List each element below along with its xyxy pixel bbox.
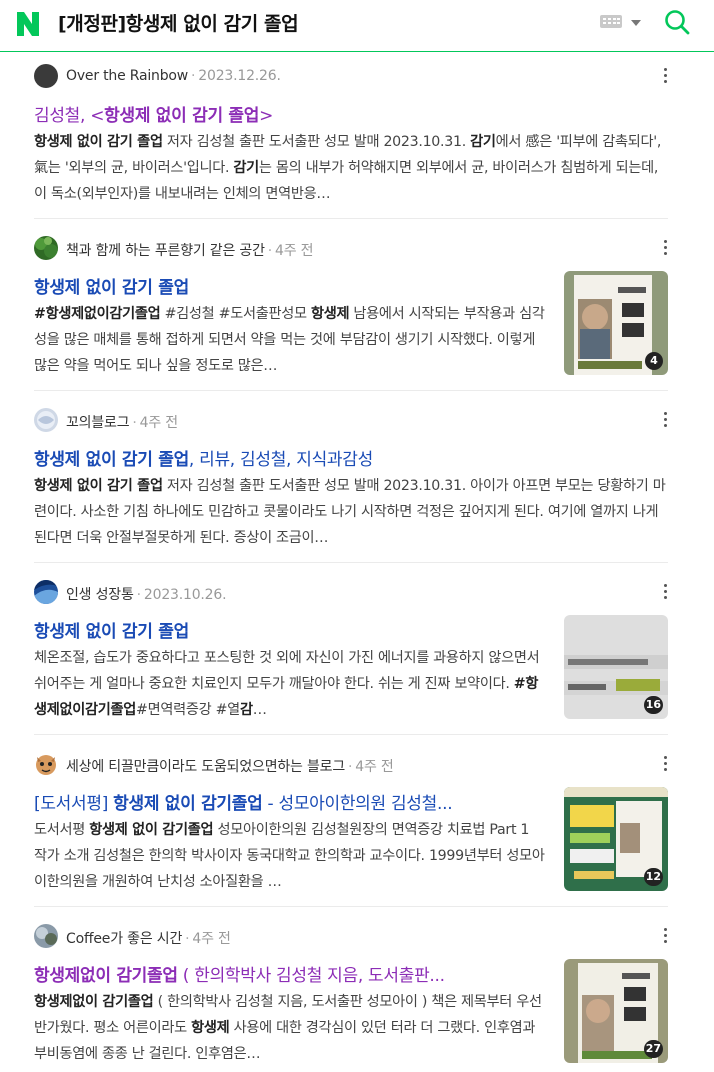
text-segment: > xyxy=(259,106,274,126)
author-name[interactable]: 책과 함께 하는 푸른향기 같은 공간 xyxy=(66,243,265,259)
result-description: 체온조절, 습도가 중요하다고 포스팅한 것 외에 자신이 가진 에너지를 과용… xyxy=(34,645,546,723)
text-segment: 김성철, < xyxy=(34,106,105,126)
avatar[interactable] xyxy=(34,924,58,948)
highlighted-keyword: 항생제 없이 감기 졸업 xyxy=(34,622,189,642)
result-title[interactable]: [도서서평] 항생제 없이 감기졸업 - 성모아이한의원 김성철... xyxy=(34,789,544,814)
post-date: 4주 전 xyxy=(355,759,394,775)
result-item: Coffee가 좋은 시간 · 4주 전 항생제없이 감기졸업 ( 한의학박사 김성… xyxy=(34,923,668,1072)
author-name[interactable]: 꼬의블로그 xyxy=(66,415,130,431)
text-segment: ( 한의학박사 김성철 지음, 도서출판... xyxy=(177,966,445,986)
text-segment: … xyxy=(252,702,267,718)
author-name[interactable]: 인생 성장통 xyxy=(66,587,134,603)
avatar[interactable] xyxy=(34,752,58,776)
highlighted-keyword: #항생제없이감기졸업 xyxy=(34,306,161,322)
post-date: 4주 전 xyxy=(275,243,314,259)
avatar[interactable] xyxy=(34,64,58,88)
more-options-icon[interactable] xyxy=(664,756,668,772)
result-title[interactable]: 김성철, <항생제 없이 감기 졸업> xyxy=(34,101,668,126)
text-segment: 저자 김성철 출판 도서출판 성모 발매 2023.10.31. xyxy=(162,134,471,150)
result-meta: Coffee가 좋은 시간 · 4주 전 xyxy=(34,923,668,949)
highlighted-keyword: 항생제없이 감기졸업 xyxy=(34,994,154,1010)
post-date: 2023.10.26. xyxy=(143,587,227,603)
highlighted-keyword: 감 xyxy=(239,702,253,718)
result-item: 꼬의블로그 · 4주 전 항생제 없이 감기 졸업, 리뷰, 김성철, 지식과감성 … xyxy=(34,407,668,563)
chevron-down-icon[interactable] xyxy=(631,20,641,26)
highlighted-keyword: 감기 xyxy=(233,160,259,176)
more-options-icon[interactable] xyxy=(664,584,668,600)
result-description: 항생제없이 감기졸업 ( 한의학박사 김성철 지음, 도서출판 성모아이 ) 책… xyxy=(34,989,546,1067)
result-item: 인생 성장통 · 2023.10.26. 항생제 없이 감기 졸업 체온조절, 습도… xyxy=(34,579,668,735)
result-meta: 책과 함께 하는 푸른향기 같은 공간 · 4주 전 xyxy=(34,235,668,261)
post-date: 4주 전 xyxy=(139,415,179,431)
post-date: 4주 전 xyxy=(192,931,231,947)
avatar[interactable] xyxy=(34,580,58,604)
highlighted-keyword: 항생제 없이 감기 졸업 xyxy=(34,134,163,150)
result-item: 세상에 티끌만큼이라도 도움되었으면하는 블로그 · 4주 전 [도서서평] 항생제… xyxy=(34,751,668,907)
thumbnail-image[interactable]: 16 xyxy=(564,615,668,719)
highlighted-keyword: 항생제 없이 감기졸업 xyxy=(89,822,214,838)
highlighted-keyword: 항생제 없이 감기 졸업 xyxy=(34,478,163,494)
more-options-icon[interactable] xyxy=(664,240,668,256)
thumbnail-image[interactable]: 27 xyxy=(564,959,668,1063)
more-options-icon[interactable] xyxy=(664,68,668,84)
highlighted-keyword: 항생제 없이 감기 졸업 xyxy=(34,278,189,298)
more-options-icon[interactable] xyxy=(664,412,668,428)
image-count-badge: 12 xyxy=(643,868,663,886)
result-meta: Over the Rainbow · 2023.12.26. xyxy=(34,63,668,89)
text-segment: - 성모아이한의원 김성철... xyxy=(262,794,453,814)
result-title[interactable]: 항생제 없이 감기 졸업 xyxy=(34,617,544,642)
highlighted-keyword: 항생제없이 감기졸업 xyxy=(34,966,178,986)
highlighted-keyword: 항생제 없이 감기 졸업 xyxy=(104,106,260,126)
result-title[interactable]: 항생제 없이 감기 졸업, 리뷰, 김성철, 지식과감성 xyxy=(34,445,668,470)
author-name[interactable]: Over the Rainbow xyxy=(66,68,188,84)
avatar[interactable] xyxy=(34,408,58,432)
result-item: 책과 함께 하는 푸른향기 같은 공간 · 4주 전 항생제 없이 감기 졸업 #항… xyxy=(34,235,668,391)
highlighted-keyword: 항생제 없이 감기 졸업 xyxy=(34,450,189,470)
image-count-badge: 4 xyxy=(645,352,663,370)
search-query[interactable]: [개정판]항생제 없이 감기 졸업 xyxy=(58,9,299,36)
author-name[interactable]: Coffee가 좋은 시간 xyxy=(66,931,182,947)
highlighted-keyword: 항생제 xyxy=(191,1020,230,1036)
image-count-badge: 27 xyxy=(643,1040,663,1058)
avatar[interactable] xyxy=(34,236,58,260)
search-icon[interactable] xyxy=(664,9,690,35)
highlighted-keyword: 항생제 xyxy=(310,306,350,322)
result-description: 항생제 없이 감기 졸업 저자 김성철 출판 도서출판 성모 발매 2023.1… xyxy=(34,129,668,207)
result-title[interactable]: 항생제없이 감기졸업 ( 한의학박사 김성철 지음, 도서출판... xyxy=(34,961,544,986)
post-date: 2023.12.26. xyxy=(198,68,281,84)
highlighted-keyword: 감기 xyxy=(470,134,496,150)
author-name[interactable]: 세상에 티끌만큼이라도 도움되었으면하는 블로그 xyxy=(66,759,345,775)
text-segment: , 리뷰, 김성철, 지식과감성 xyxy=(188,450,373,470)
result-meta: 세상에 티끌만큼이라도 도움되었으면하는 블로그 · 4주 전 xyxy=(34,751,668,777)
result-meta: 인생 성장통 · 2023.10.26. xyxy=(34,579,668,605)
highlighted-keyword: 항생제 없이 감기졸업 xyxy=(113,794,263,814)
more-options-icon[interactable] xyxy=(664,928,668,944)
image-count-badge: 16 xyxy=(643,696,663,714)
text-segment: 도서서평 xyxy=(34,822,90,838)
result-title[interactable]: 항생제 없이 감기 졸업 xyxy=(34,273,544,298)
text-segment: 체온조절, 습도가 중요하다고 포스팅한 것 외에 자신이 가진 에너지를 과용… xyxy=(34,650,540,692)
result-description: 도서서평 항생제 없이 감기졸업 성모아이한의원 김성철원장의 면역증강 치료법… xyxy=(34,817,546,895)
naver-logo-icon[interactable] xyxy=(14,10,42,38)
thumbnail-image[interactable]: 4 xyxy=(564,271,668,375)
result-description: 항생제 없이 감기 졸업 저자 김성철 출판 도서출판 성모 발매 2023.1… xyxy=(34,473,668,551)
result-description: #항생제없이감기졸업 #김성철 #도서출판성모 항생제 남용에서 시작되는 부작… xyxy=(34,301,546,379)
result-meta: 꼬의블로그 · 4주 전 xyxy=(34,407,668,433)
search-header: [개정판]항생제 없이 감기 졸업 xyxy=(0,0,714,52)
keyboard-icon[interactable] xyxy=(600,15,622,28)
text-segment: #면역력증강 #열 xyxy=(136,702,240,718)
text-segment: #김성철 #도서출판성모 xyxy=(160,306,311,322)
result-item: Over the Rainbow · 2023.12.26. 김성철, <항생제 없… xyxy=(34,63,668,219)
thumbnail-image[interactable]: 12 xyxy=(564,787,668,891)
text-segment: [도서서평] xyxy=(34,794,114,814)
